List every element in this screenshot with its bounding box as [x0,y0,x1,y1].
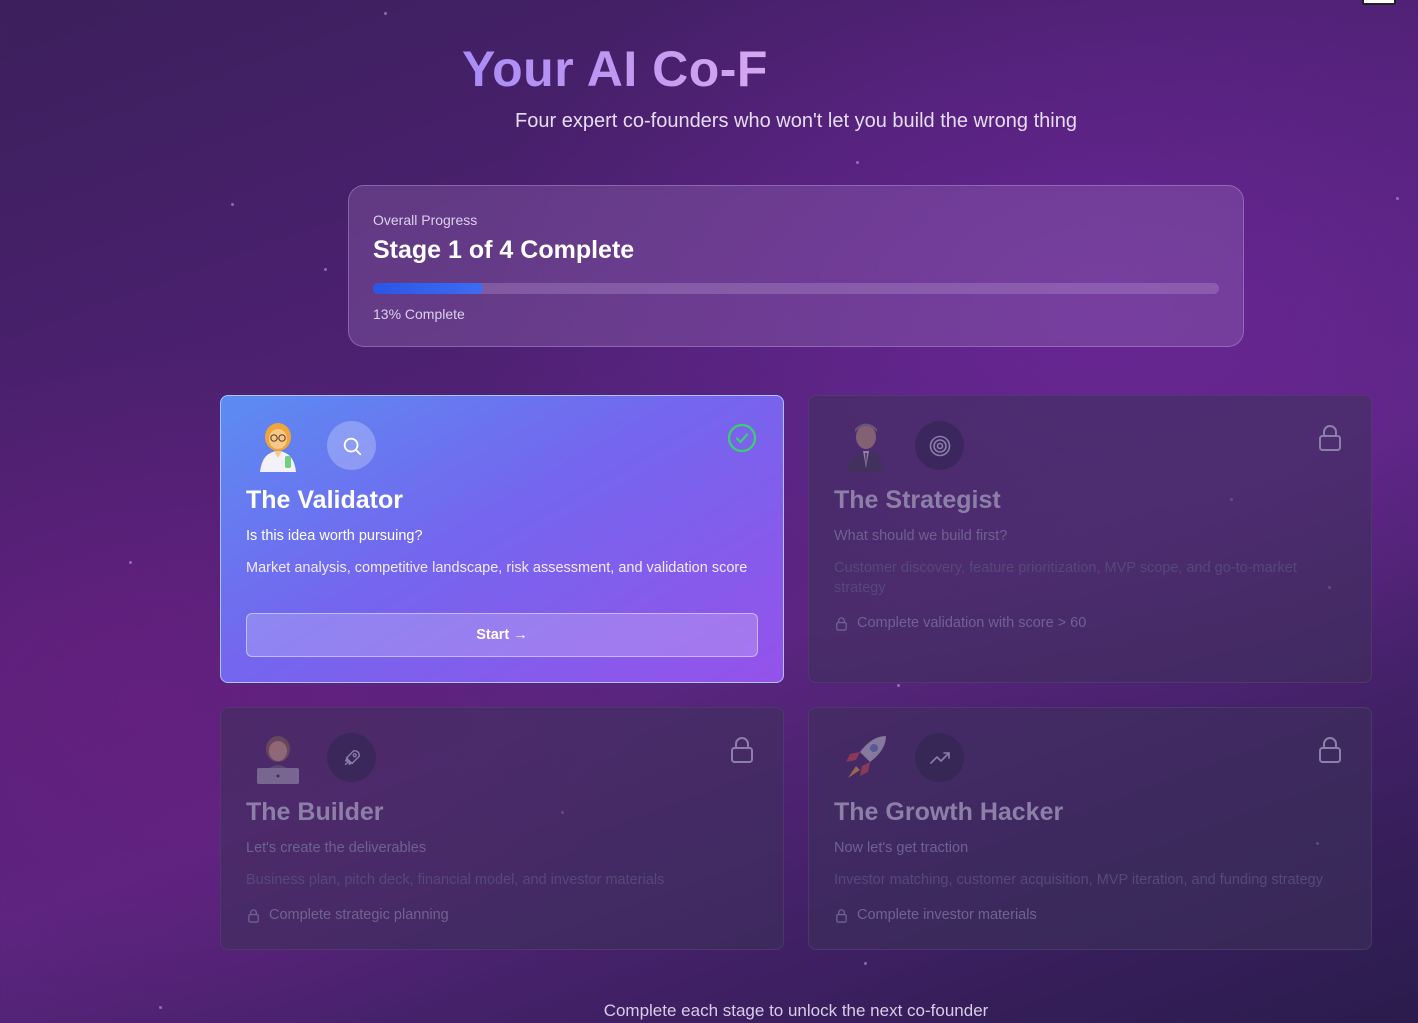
card-question: Now let's get traction [834,840,969,856]
lock-icon [1319,737,1341,763]
trending-up-icon [929,751,950,764]
background-dot [231,203,234,206]
card-builder: The Builder Let's create the deliverable… [220,707,784,950]
progress-bar [373,283,1219,294]
check-circle-icon [727,423,757,453]
requirement-text: Complete strategic planning [269,907,449,923]
page-subtitle: Four expert co-founders who won't let yo… [515,110,1077,132]
progress-percent: 13% Complete [373,306,465,322]
card-question: What should we build first? [834,528,1008,544]
overall-progress-card: Overall Progress Stage 1 of 4 Complete 1… [348,185,1244,347]
card-description: Business plan, pitch deck, financial mod… [246,872,665,888]
small-lock-icon [836,616,847,631]
background-dot [856,161,859,164]
card-growth-hacker: The Growth Hacker Now let's get traction… [808,707,1372,950]
page-title: Your AI Co-F [462,41,768,97]
card-requirement: Complete validation with score > 60 [834,615,1086,631]
background-dot [129,561,132,564]
small-lock-icon [836,908,847,923]
businessman-icon [848,423,884,472]
requirement-text: Complete validation with score > 60 [857,615,1087,631]
small-lock-icon [248,908,259,923]
start-button[interactable]: Start → [246,613,758,657]
background-dot [897,684,900,687]
rocket-outline-icon [344,749,360,765]
woman-scientist-icon [260,423,296,472]
lock-icon [731,737,753,763]
card-title: The Strategist [834,486,1001,514]
card-question: Is this idea worth pursuing? [246,528,423,544]
card-description: Customer discovery, feature prioritizati… [834,560,1297,596]
card-requirement: Complete investor materials [834,907,1037,923]
card-description: Investor matching, customer acquisition,… [834,872,1323,888]
background-dot [864,962,867,965]
card-strategist: The Strategist What should we build firs… [808,395,1372,683]
card-description: Market analysis, competitive landscape, … [246,560,748,576]
requirement-text: Complete investor materials [857,907,1037,923]
lock-icon [1319,425,1341,451]
card-validator[interactable]: The Validator Is this idea worth pursuin… [220,395,784,683]
card-title: The Builder [246,798,384,826]
card-title: The Validator [246,486,403,514]
rocket-icon [846,736,886,778]
badge-target [915,421,964,470]
progress-label: Overall Progress [373,212,478,228]
search-icon [343,437,361,455]
badge-search [327,421,376,470]
card-title: The Growth Hacker [834,798,1064,826]
badge-trending [915,733,964,782]
footer-hint: Complete each stage to unlock the next c… [603,1001,989,1020]
corner-badge [1362,0,1396,5]
progress-stage: Stage 1 of 4 Complete [373,236,635,264]
background-dot [384,12,387,15]
background-dot [1396,197,1399,200]
badge-rocket [327,733,376,782]
background-dot [324,268,327,271]
card-requirement: Complete strategic planning [246,907,449,923]
woman-technologist-icon [257,736,299,784]
target-icon [929,435,950,456]
card-question: Let's create the deliverables [246,840,427,856]
progress-bar-fill [373,283,483,294]
